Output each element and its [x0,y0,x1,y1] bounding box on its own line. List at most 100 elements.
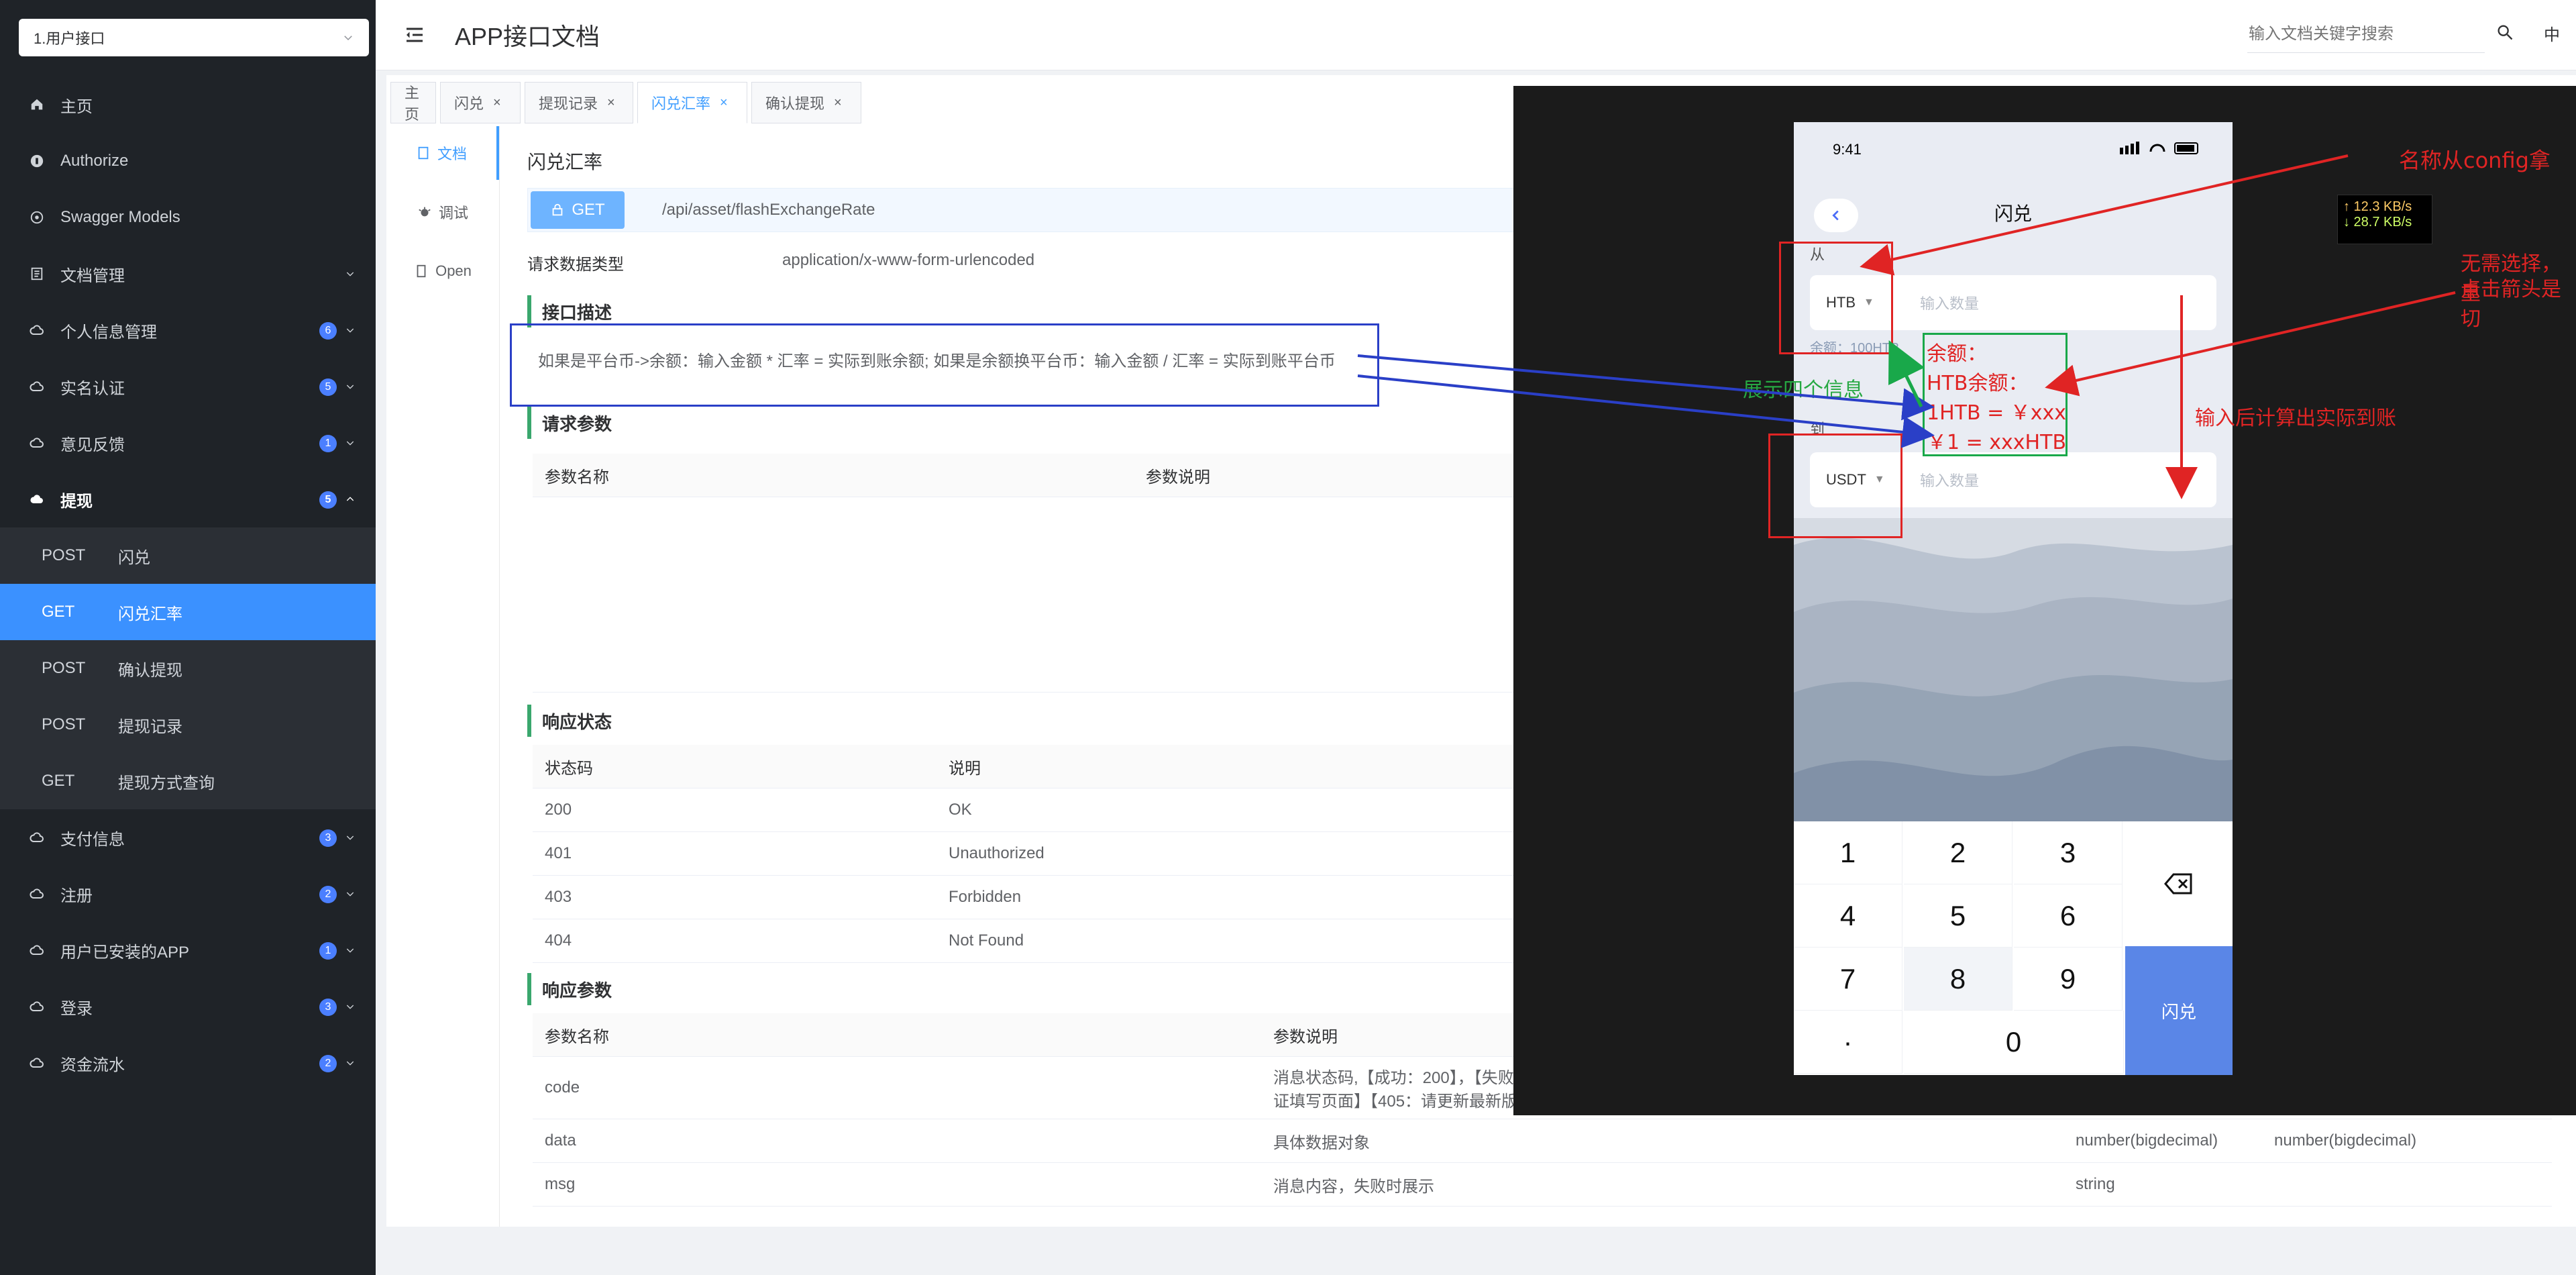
sidebar-item-feedback[interactable]: 意见反馈 1 [0,415,376,471]
annotation-calc-note: 输入后计算出实际到账 [2195,407,2396,430]
sidebar-item-label: 实名认证 [60,379,125,398]
sidebar-item-swagger-models[interactable]: Swagger Models [0,189,376,246]
network-speed-widget: ↑ 12.3 KB/s ↓ 28.7 KB/s [2337,195,2432,244]
subnav-doc[interactable]: 文档 [386,126,499,180]
models-icon [27,207,47,227]
sidebar-item-register[interactable]: 注册 2 [0,866,376,922]
key-3[interactable]: 3 [2014,821,2123,884]
chevron-down-icon [346,948,354,953]
phone-header: 闪兑 [1794,183,2233,243]
subitem-label: 确认提现 [118,661,182,680]
chevron-left-icon [1832,210,1839,221]
subnav-label: Open [435,262,472,279]
count-badge: 2 [319,886,337,903]
key-6[interactable]: 6 [2014,884,2123,948]
key-2[interactable]: 2 [1904,821,2012,884]
chevron-down-icon [346,1005,354,1009]
sidebar-item-profile[interactable]: 个人信息管理 6 [0,302,376,358]
sidebar-item-label: 注册 [60,886,93,905]
sidebar-subitem-flash-exchange[interactable]: POST 闪兑 [0,527,376,584]
chevron-up-icon [346,497,354,501]
tab-withdraw-records[interactable]: 提现记录 × [525,82,633,123]
subnav-label: 调试 [438,205,468,221]
chevron-down-icon [346,272,354,276]
key-9[interactable]: 9 [2014,948,2123,1011]
delete-key[interactable] [2125,821,2233,946]
count-badge: 3 [319,829,337,847]
tab-home[interactable]: 主页 [390,82,436,123]
cloud-icon [27,376,47,397]
method-badge[interactable]: GET [531,191,625,229]
sidebar-item-withdraw[interactable]: 提现 5 [0,471,376,527]
tab-label: 闪兑 [454,95,484,112]
endpoint-path: /api/asset/flashExchangeRate [662,201,875,219]
chevron-down-icon [346,892,354,897]
key-8[interactable]: 8 [1904,948,2012,1011]
close-icon[interactable]: × [493,95,501,111]
tab-flash-exchange[interactable]: 闪兑 × [440,82,521,123]
sidebar-subitem-withdraw-records[interactable]: POST 提现记录 [0,697,376,753]
back-button[interactable] [1814,199,1858,232]
chevron-down-icon [346,441,354,446]
key-7[interactable]: 7 [1794,948,1902,1011]
project-selector[interactable]: 1.用户接口 [19,19,369,56]
search-icon[interactable] [2496,23,2514,42]
key-5[interactable]: 5 [1904,884,2012,948]
sidebar-item-authorize[interactable]: Authorize [0,133,376,189]
subnav-label: 文档 [437,146,467,162]
cloud-icon [27,489,47,509]
chevron-down-icon [346,328,354,333]
sidebar-subitem-flash-rate[interactable]: GET 闪兑汇率 [0,584,376,640]
annotation-select-note-2: 点击箭头是切 [2461,278,2561,331]
count-badge: 1 [319,435,337,452]
http-method: GET [42,772,75,790]
search-input[interactable] [2247,16,2485,53]
sidebar-subitem-confirm-withdraw[interactable]: POST 确认提现 [0,640,376,697]
menu-toggle-icon[interactable] [402,23,427,47]
key-0[interactable]: 0 [1904,1011,2124,1074]
subnav-debug[interactable]: 调试 [386,185,499,239]
tab-label: 闪兑汇率 [651,95,711,112]
cloud-icon [27,884,47,904]
sidebar-item-installed-apps[interactable]: 用户已安装的APP 1 [0,922,376,978]
download-speed: ↓ 28.7 KB/s [2343,215,2412,230]
key-dot[interactable]: · [1794,1011,1902,1074]
tab-confirm-withdraw[interactable]: 确认提现 × [751,82,861,123]
close-icon[interactable]: × [607,95,615,111]
key-1[interactable]: 1 [1794,821,1902,884]
sidebar-item-doc-manage[interactable]: 文档管理 [0,246,376,302]
sidebar-item-fund-flow[interactable]: 资金流水 2 [0,1035,376,1091]
param-name: msg [533,1162,1261,1207]
sidebar-subitem-withdraw-methods[interactable]: GET 提现方式查询 [0,753,376,809]
subitem-label: 提现方式查询 [118,774,215,793]
close-icon[interactable]: × [720,95,728,111]
count-badge: 5 [319,378,337,396]
to-amount-input[interactable]: 输入数量 [1920,469,1979,491]
param-type: number(bigdecimal) [2063,1119,2262,1163]
subnav-open[interactable]: Open [386,244,499,298]
home-icon [27,95,47,115]
close-icon[interactable]: × [834,95,842,111]
page-title: 闪兑汇率 [527,152,603,172]
sidebar-item-login[interactable]: 登录 3 [0,978,376,1035]
subitem-label: 闪兑 [118,548,150,567]
table-row: data 具体数据对象 number(bigdecimal) number(bi… [533,1119,2552,1163]
key-4[interactable]: 4 [1794,884,1902,948]
flash-exchange-button[interactable]: 闪兑 [2125,946,2233,1075]
sidebar-item-realname[interactable]: 实名认证 5 [0,358,376,415]
sidebar-item-label: 支付信息 [60,830,125,849]
tab-flash-rate[interactable]: 闪兑汇率 × [637,82,747,123]
param-name: code [533,1056,1261,1119]
project-selector-value: 1.用户接口 [34,30,105,47]
from-amount-input[interactable]: 输入数量 [1920,292,1979,313]
section-title: 接口描述 [542,302,612,323]
sidebar-item-payment[interactable]: 支付信息 3 [0,809,376,866]
header-cell: 参数名称 [533,454,1134,497]
sidebar-item-home[interactable]: 主页 [0,76,376,133]
doc-subnav: 文档 调试 Open [386,126,500,1227]
param-name: data [533,1119,1261,1163]
language-switch[interactable]: 中 [2544,21,2560,45]
sidebar-item-label: 资金流水 [60,1056,125,1074]
sidebar-item-label: 用户已安装的APP [60,943,190,962]
sidebar-item-label: 文档管理 [60,266,125,285]
